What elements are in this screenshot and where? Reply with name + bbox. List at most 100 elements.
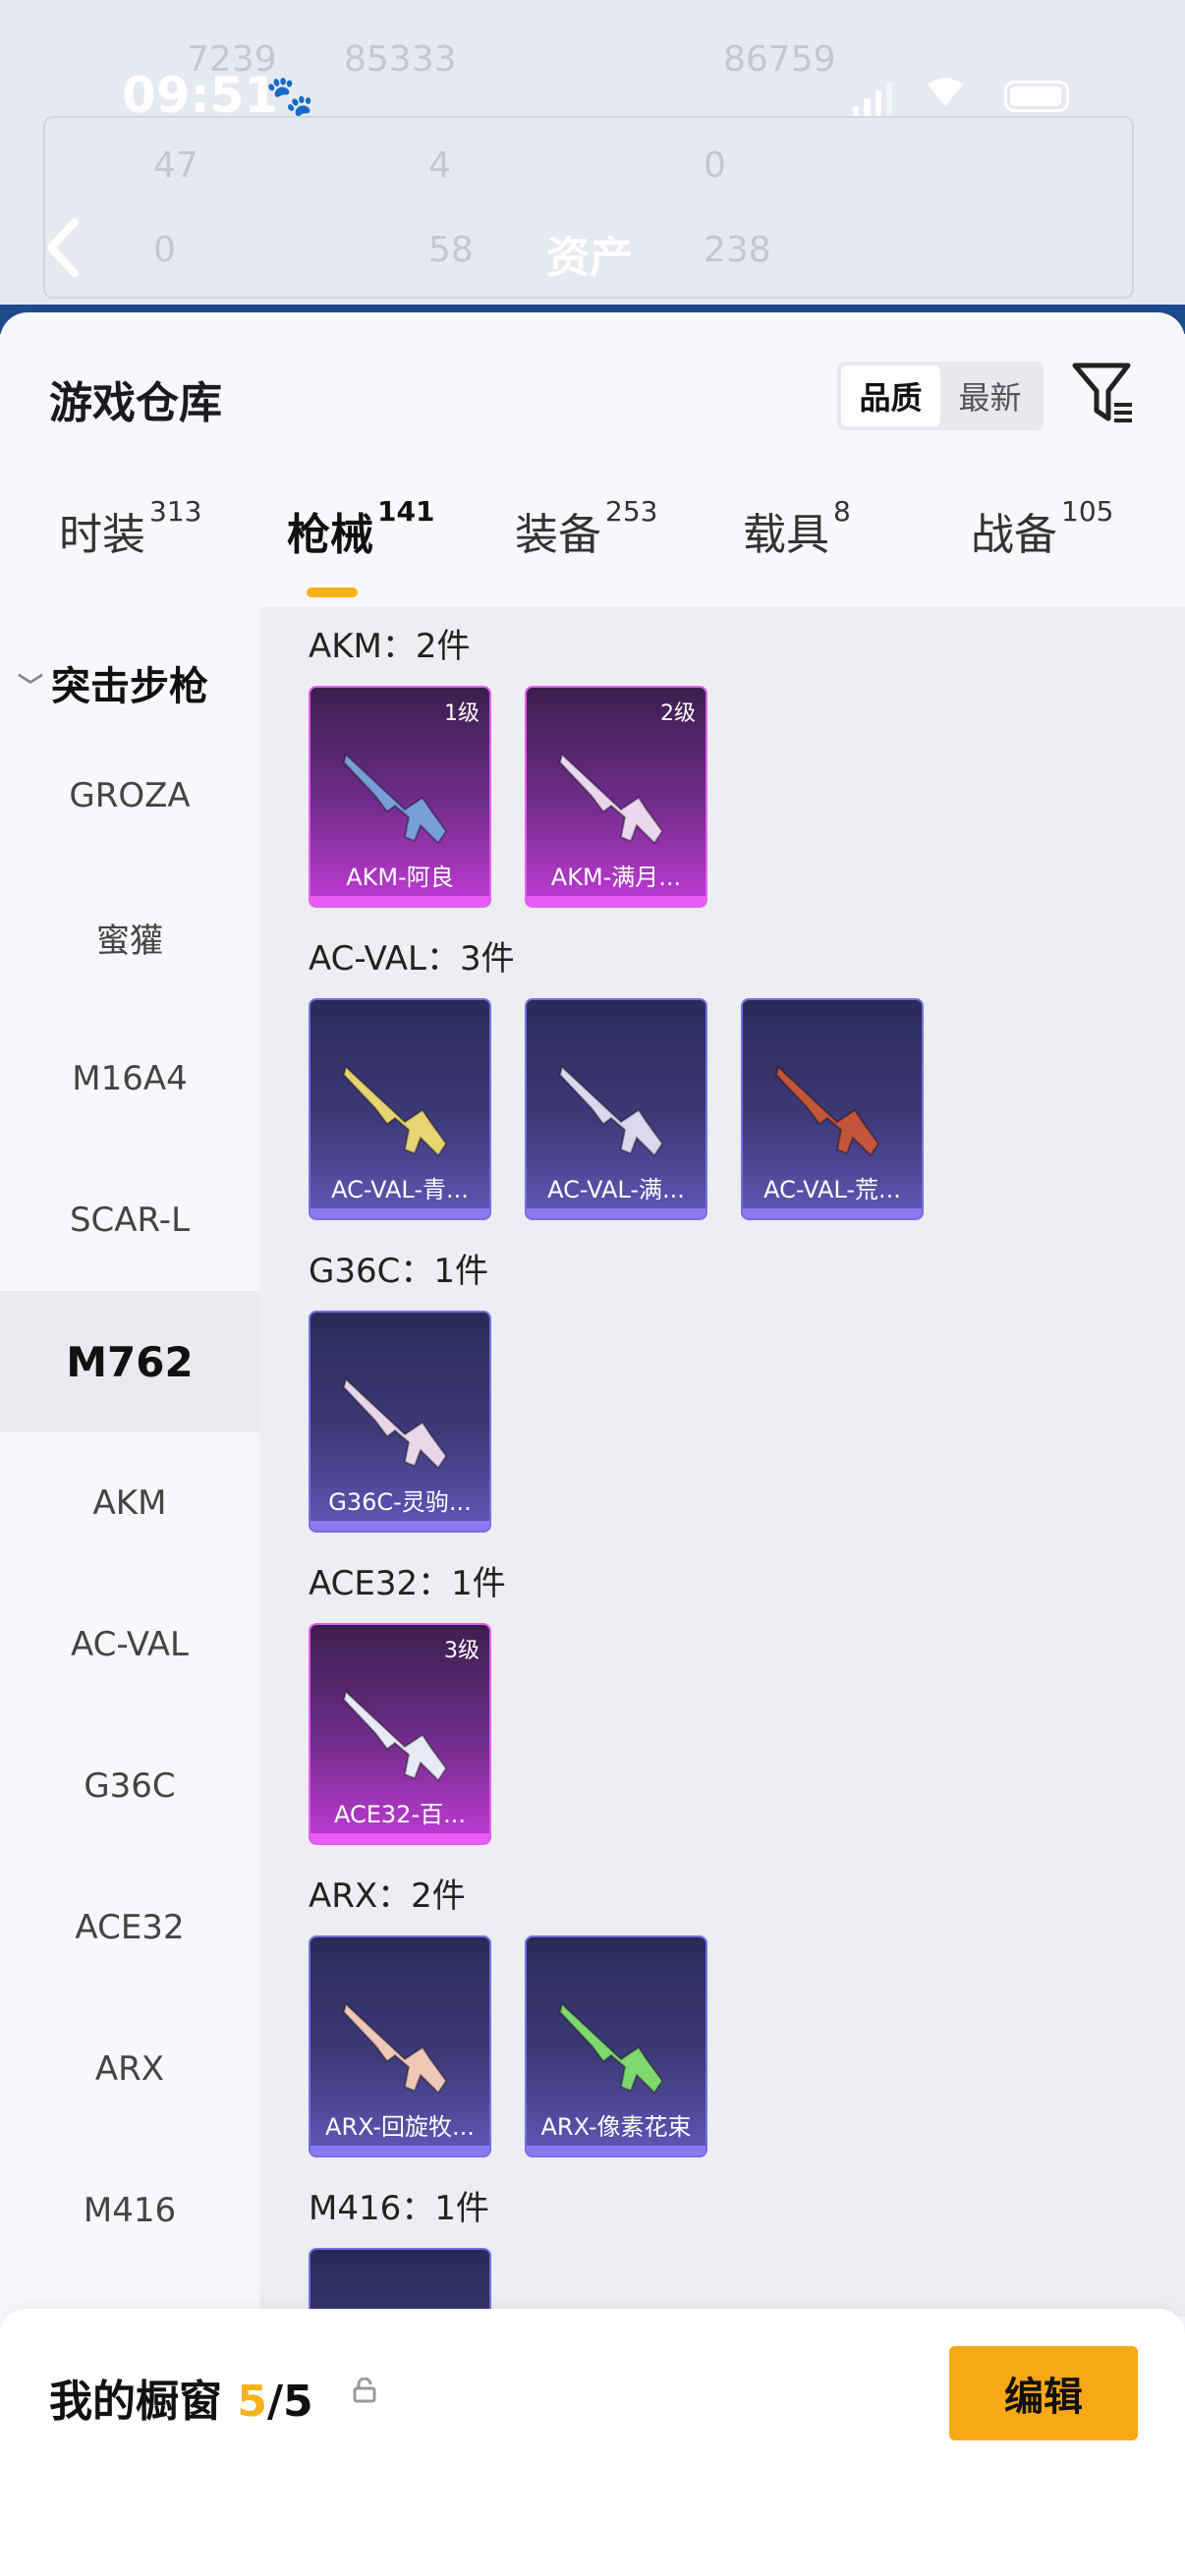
- category-tabs: 时装 313 枪械 141 装备 253 载具 8 战备 105: [0, 495, 1185, 607]
- group-title: AC-VAL：3件: [309, 939, 515, 979]
- sidebar-item[interactable]: SCAR-L: [0, 1149, 259, 1291]
- lock-icon: [352, 2377, 377, 2403]
- weapon-card[interactable]: G36C-灵驹...: [309, 1311, 491, 1533]
- weapon-sidebar: ﹀ 突击步枪 GROZA 蜜獾 M16A4 SCAR-L M762 AKM AC-VAL G36…: [0, 607, 259, 2317]
- sort-toggle: 品质 最新: [837, 362, 1044, 430]
- signal-icon: [853, 81, 892, 116]
- gun-icon: [342, 2002, 448, 2095]
- sidebar-item[interactable]: GROZA: [0, 725, 259, 867]
- tab-label: 枪械: [287, 510, 373, 560]
- showcase-label: 我的橱窗 5/5: [49, 2366, 313, 2429]
- tab-guns[interactable]: 枪械 141: [287, 495, 434, 562]
- edit-button[interactable]: 编辑: [949, 2346, 1138, 2440]
- weapon-name: AC-VAL-荒...: [763, 1176, 901, 1204]
- bg-stat: 58: [428, 230, 474, 270]
- rarity-bar: [310, 1521, 489, 1531]
- tab-count: 313: [149, 495, 202, 528]
- sidebar-item[interactable]: AC-VAL: [0, 1574, 259, 1715]
- bg-stat: 238: [704, 230, 771, 270]
- weapon-level: 3级: [444, 1639, 480, 1663]
- weapon-level: 2级: [660, 701, 696, 726]
- gun-icon: [342, 1690, 448, 1782]
- showcase-total: /5: [266, 2377, 313, 2427]
- group-title: AKM：2件: [309, 627, 471, 666]
- rarity-bar: [527, 1208, 705, 1218]
- paw-icon: 🐾: [265, 74, 314, 119]
- gun-icon: [342, 753, 448, 845]
- group-title: ACE32：1件: [309, 1564, 506, 1603]
- sort-latest-button[interactable]: 最新: [940, 365, 1040, 426]
- tab-count: 8: [833, 495, 851, 528]
- tab-label: 载具: [743, 510, 829, 560]
- tab-label: 时装: [59, 510, 145, 560]
- weapon-level: 1级: [444, 701, 480, 726]
- weapon-name: AC-VAL-满...: [547, 1176, 685, 1204]
- sidebar-item[interactable]: M416: [0, 2140, 259, 2281]
- weapon-card[interactable]: 2级 AKM-满月...: [525, 686, 707, 908]
- tab-label: 装备: [515, 510, 601, 560]
- rarity-bar: [527, 896, 705, 906]
- bg-stat: 0: [704, 145, 726, 186]
- weapon-card[interactable]: 3级 ACE32-百...: [309, 1623, 491, 1845]
- sidebar-category-label: 突击步枪: [51, 664, 209, 709]
- tab-supplies[interactable]: 战备 105: [971, 495, 1113, 562]
- battery-icon: [1004, 81, 1069, 112]
- sidebar-item[interactable]: G36C: [0, 1715, 259, 1857]
- tab-count: 105: [1061, 495, 1114, 528]
- showcase-bar: 我的橱窗 5/5 编辑: [0, 2309, 1185, 2576]
- weapon-card[interactable]: AC-VAL-荒...: [741, 998, 924, 1220]
- tab-vehicles[interactable]: 载具 8: [743, 495, 851, 562]
- tab-fashion[interactable]: 时装 313: [59, 495, 201, 562]
- gun-icon: [342, 1377, 448, 1470]
- showcase-title: 我的橱窗: [49, 2377, 222, 2427]
- sort-quality-button[interactable]: 品质: [841, 365, 940, 426]
- tab-label: 战备: [971, 510, 1057, 560]
- weapon-grid: AKM：2件 1级 AKM-阿良 2级 AKM-满月... AC-VAL：3件 AC-VAL…: [259, 607, 1185, 2317]
- weapon-name: ARX-回旋牧...: [325, 2113, 475, 2141]
- sidebar-item[interactable]: 蜜獾: [0, 867, 259, 1008]
- rarity-bar: [310, 1208, 489, 1218]
- gun-icon: [774, 1065, 880, 1157]
- warehouse-sheet: 游戏仓库 品质 最新 时装 313 枪械 141 装备 253 载具 8 战备 105 ﹀…: [0, 312, 1185, 2576]
- weapon-name: ARX-像素花束: [540, 2113, 692, 2141]
- group-title: G36C：1件: [309, 1252, 488, 1291]
- group-title: M416：1件: [309, 2189, 489, 2228]
- showcase-current: 5: [237, 2377, 267, 2427]
- chevron-down-icon: ﹀: [18, 673, 44, 702]
- tab-count: 253: [605, 495, 658, 528]
- tab-count: 141: [377, 495, 435, 528]
- tab-equipment[interactable]: 装备 253: [515, 495, 657, 562]
- weapon-name: AKM-满月...: [550, 864, 682, 891]
- gun-icon: [558, 1065, 664, 1157]
- weapon-card[interactable]: [309, 2248, 491, 2317]
- bg-stat: 4: [428, 145, 451, 186]
- wifi-icon: [924, 71, 967, 120]
- sidebar-category[interactable]: ﹀ 突击步枪: [18, 654, 208, 711]
- weapon-name: G36C-灵驹...: [328, 1488, 472, 1516]
- bg-stat: 47: [153, 145, 198, 186]
- status-bar: 09:51 🐾: [0, 63, 1185, 132]
- sidebar-item[interactable]: M762: [0, 1291, 259, 1432]
- weapon-card[interactable]: 1级 AKM-阿良: [309, 686, 491, 908]
- rarity-bar: [527, 2146, 705, 2156]
- sidebar-item[interactable]: M16A4: [0, 1008, 259, 1149]
- weapon-card[interactable]: AC-VAL-青...: [309, 998, 491, 1220]
- filter-icon[interactable]: [1071, 360, 1136, 428]
- rarity-bar: [310, 2146, 489, 2156]
- tab-indicator: [307, 588, 358, 597]
- weapon-card[interactable]: ARX-回旋牧...: [309, 1935, 491, 2157]
- group-title: ARX：2件: [309, 1876, 466, 1916]
- weapon-card[interactable]: ARX-像素花束: [525, 1935, 707, 2157]
- gun-icon: [558, 753, 664, 845]
- bg-stat: 0: [153, 230, 176, 270]
- back-icon[interactable]: [43, 216, 83, 294]
- sidebar-item[interactable]: AKM: [0, 1432, 259, 1574]
- weapon-card[interactable]: AC-VAL-满...: [525, 998, 707, 1220]
- rarity-bar: [310, 896, 489, 906]
- sidebar-item[interactable]: ACE32: [0, 1857, 259, 1998]
- weapon-name: AC-VAL-青...: [331, 1176, 469, 1204]
- page-title: 资产: [546, 233, 633, 283]
- warehouse-title: 游戏仓库: [49, 378, 222, 428]
- sidebar-item[interactable]: ARX: [0, 1998, 259, 2140]
- rarity-bar: [310, 1833, 489, 1843]
